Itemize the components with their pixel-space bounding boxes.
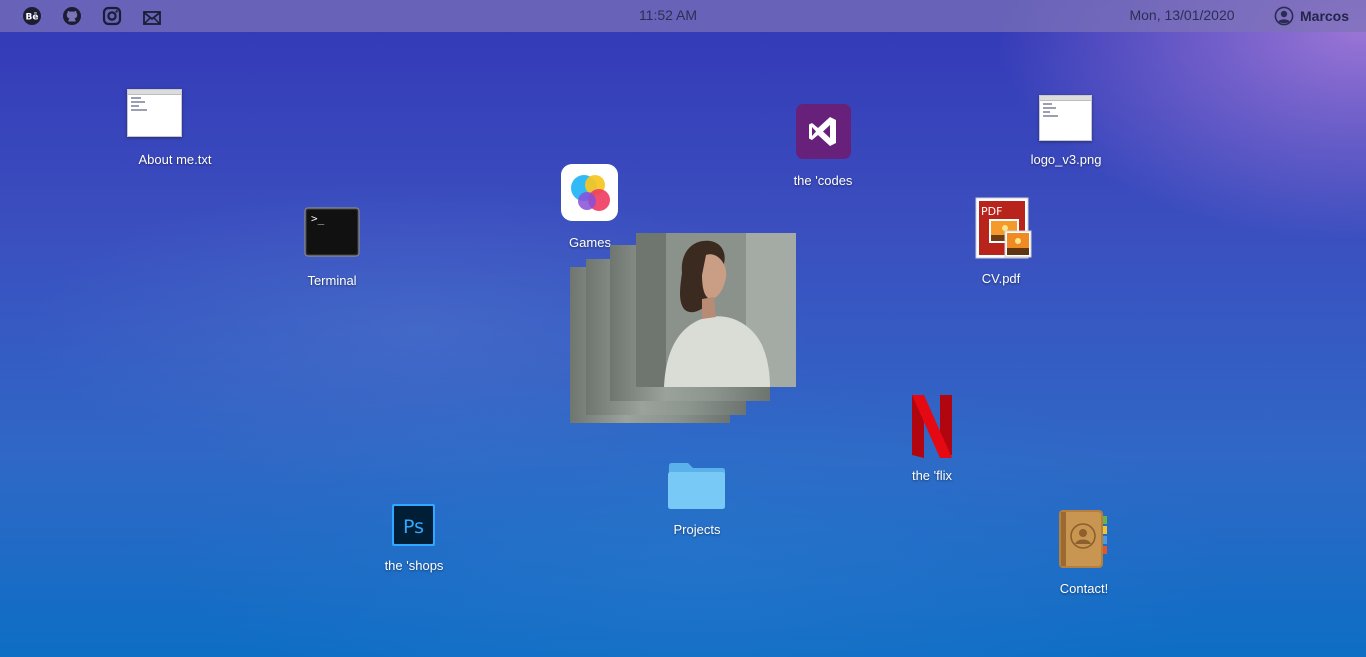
projects-folder[interactable]: Projects [667,462,726,537]
cv-file[interactable]: PDF CV.pdf [975,197,1033,286]
user-menu[interactable]: Marcos [1274,5,1349,27]
portrait-photo [636,233,796,387]
contact-app[interactable]: Contact! [1057,508,1111,596]
user-name: Marcos [1300,8,1350,24]
game-center-icon [561,164,618,221]
ps-badge: Ps [403,516,424,538]
cv-label: CV.pdf [981,271,1021,286]
shops-app[interactable]: Ps the 'shops [385,504,443,573]
logo-file[interactable]: logo_v3.png [1031,95,1101,167]
contact-label: Contact! [1059,581,1109,596]
shops-label: the 'shops [384,558,444,573]
terminal-app[interactable]: >_ Terminal [304,207,360,288]
codes-label: the 'codes [793,173,853,188]
terminal-icon: >_ [304,207,360,257]
games-app[interactable]: Games [561,164,618,250]
user-circle-icon [1274,6,1294,26]
codes-app[interactable]: the 'codes [794,104,852,188]
contacts-book-icon [1059,510,1107,568]
visual-studio-icon [796,104,851,159]
photoshop-icon: Ps [392,504,435,546]
pdf-badge: PDF [981,205,1002,218]
photo-stack[interactable] [570,233,796,423]
pdf-icon: PDF [975,197,1032,259]
about-me-label: About me.txt [138,152,212,167]
terminal-prompt: >_ [311,212,325,225]
logo-label: logo_v3.png [1030,152,1102,167]
flix-label: the 'flix [911,468,953,483]
text-document-icon [127,89,182,137]
top-bar: Bē 11:52 AM Mon, 13/01/2020 Marcos [0,0,1366,32]
projects-label: Projects [673,522,721,537]
date: Mon, 13/01/2020 [1129,7,1235,23]
terminal-label: Terminal [307,273,357,288]
about-me-file[interactable]: About me.txt [127,89,211,167]
netflix-icon [912,395,952,458]
image-document-icon [1039,95,1092,141]
folder-icon [668,463,725,509]
flix-app[interactable]: the 'flix [910,395,954,483]
